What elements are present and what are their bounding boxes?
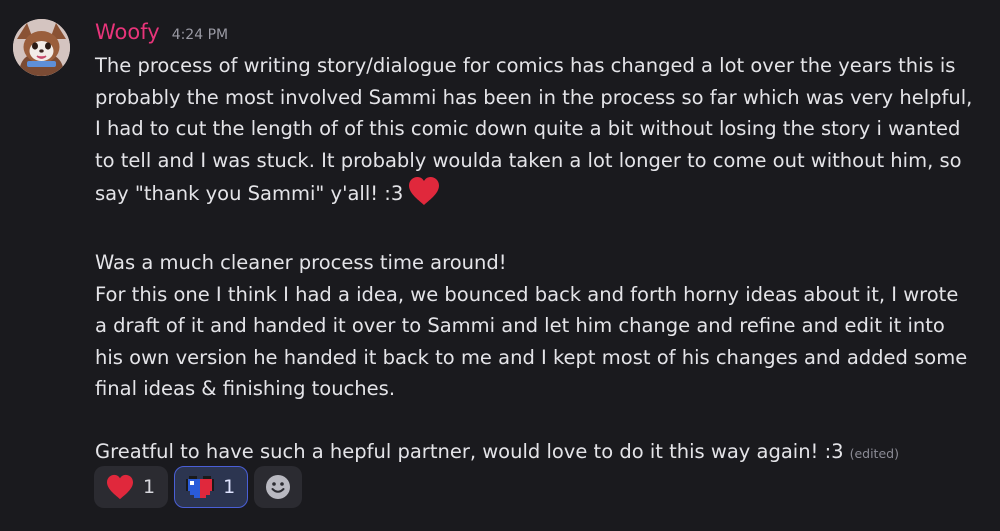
edited-label[interactable]: (edited) bbox=[850, 446, 899, 461]
message-paragraph: The process of writing story/dialogue fo… bbox=[95, 50, 985, 216]
reaction-red-heart[interactable]: 1 bbox=[94, 466, 169, 508]
message-line-with-edited: Greatful to have such a hepful partner, … bbox=[95, 436, 985, 470]
message-content: The process of writing story/dialogue fo… bbox=[95, 50, 985, 470]
message-line: The process of writing story/dialogue fo… bbox=[95, 54, 956, 77]
message-line: his own version he handed it back to me … bbox=[95, 345, 968, 369]
fox-girl-avatar-icon bbox=[13, 19, 70, 76]
message-line: final ideas & finishing touches. bbox=[95, 377, 396, 400]
message-line-with-emoji: say "thank you Sammi" y'all! :3 bbox=[95, 176, 985, 216]
message-paragraph: Greatful to have such a hepful partner, … bbox=[95, 436, 985, 470]
reaction-count: 1 bbox=[223, 476, 236, 498]
message-line: to tell and I was stuck. It probably wou… bbox=[95, 148, 962, 172]
message-header: Woofy 4:24 PM bbox=[95, 17, 228, 47]
message-line: Was a much cleaner process time around! bbox=[95, 251, 507, 274]
pixel-heart-icon bbox=[185, 472, 215, 502]
message-line: probably the most involved Sammi has bee… bbox=[95, 85, 973, 109]
reaction-pixel-heart[interactable]: 1 bbox=[174, 466, 249, 508]
chat-message: Woofy 4:24 PM The process of writing sto… bbox=[0, 0, 1000, 531]
message-line: Greatful to have such a hepful partner, … bbox=[95, 440, 844, 463]
reactions-bar: 1 1 bbox=[94, 466, 303, 508]
message-timestamp[interactable]: 4:24 PM bbox=[172, 27, 228, 43]
message-line: For this one I think I had a idea, we bo… bbox=[95, 282, 959, 306]
red-heart-icon bbox=[105, 472, 135, 502]
author-name[interactable]: Woofy bbox=[95, 17, 160, 47]
smiley-face-icon bbox=[266, 475, 291, 499]
reaction-count: 1 bbox=[143, 476, 156, 498]
message-line: I had to cut the length of of this comic… bbox=[95, 117, 961, 140]
message-line: say "thank you Sammi" y'all! :3 bbox=[95, 182, 404, 205]
red-heart-icon[interactable] bbox=[407, 176, 441, 216]
message-paragraph: Was a much cleaner process time around! … bbox=[95, 247, 985, 405]
message-line: a draft of it and handed it over to Samm… bbox=[95, 314, 945, 337]
add-reaction-button[interactable] bbox=[254, 466, 303, 508]
author-avatar[interactable] bbox=[13, 19, 70, 76]
